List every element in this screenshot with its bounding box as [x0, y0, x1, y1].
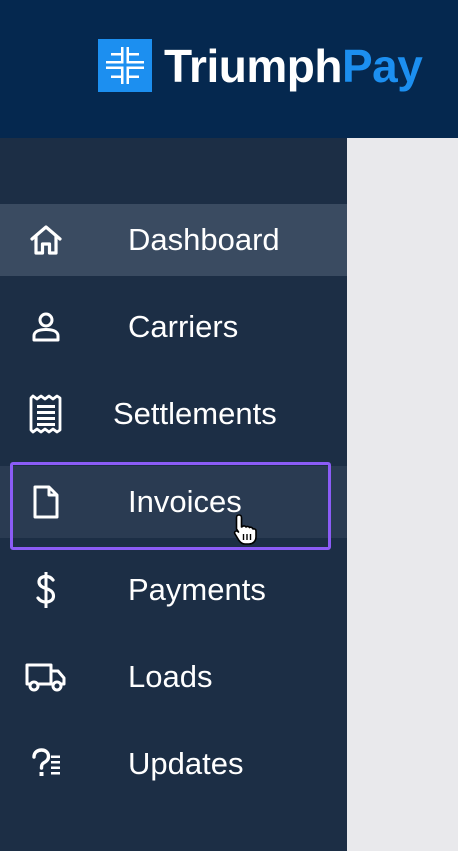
truck-icon [22, 659, 70, 695]
brand-name-part1: Triumph [164, 40, 342, 92]
sidebar-item-label: Settlements [113, 396, 277, 431]
receipt-icon [22, 394, 70, 434]
sidebar-item-settlements[interactable]: Settlements [0, 378, 347, 450]
sidebar-item-label: Carriers [128, 309, 239, 344]
sidebar-item-label: Updates [128, 746, 244, 781]
brand-wordmark[interactable]: TriumphPay [164, 40, 423, 92]
sidebar-item-invoices[interactable]: Invoices [0, 466, 347, 538]
main-content [347, 138, 458, 851]
sidebar-item-label: Payments [128, 572, 266, 607]
sidebar-item-carriers[interactable]: Carriers [0, 291, 347, 363]
sidebar-item-label: Dashboard [128, 222, 280, 257]
user-icon [22, 309, 70, 345]
sidebar-item-loads[interactable]: Loads [0, 641, 347, 713]
triumphpay-logo-icon[interactable] [98, 39, 152, 92]
home-icon [22, 222, 70, 258]
sidebar-item-updates[interactable]: Updates [0, 728, 347, 800]
top-header: TriumphPay [0, 0, 458, 138]
brand-name-part2: Pay [341, 40, 423, 92]
sidebar-item-label: Invoices [128, 484, 242, 519]
sidebar-nav: Dashboard Carriers Settlements Invoices … [0, 138, 347, 851]
sidebar-item-payments[interactable]: Payments [0, 554, 347, 626]
sidebar-item-dashboard[interactable]: Dashboard [0, 204, 347, 276]
question-list-icon [22, 746, 70, 782]
sidebar-item-label: Loads [128, 659, 213, 694]
document-icon [22, 484, 70, 520]
dollar-icon [22, 572, 70, 608]
